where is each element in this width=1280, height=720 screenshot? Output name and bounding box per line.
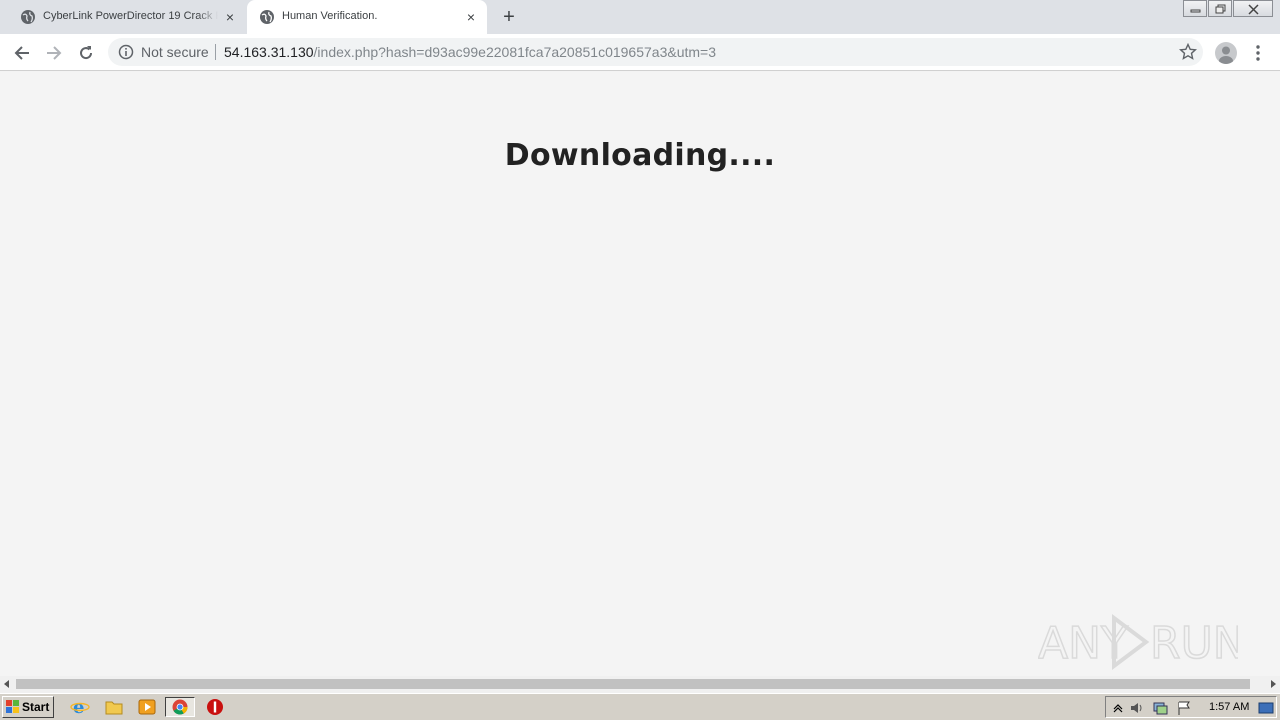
volume-icon[interactable] (1129, 700, 1145, 716)
back-button[interactable] (10, 41, 34, 65)
security-label[interactable]: Not secure (141, 44, 209, 60)
info-icon[interactable] (118, 44, 134, 60)
windows-logo-icon (6, 700, 19, 713)
downloading-heading: Downloading.... (504, 138, 776, 173)
internet-explorer-icon[interactable]: e (70, 697, 92, 718)
profile-avatar[interactable] (1215, 42, 1237, 64)
taskbar: Start e 1:57 AM (0, 693, 1280, 720)
media-player-icon[interactable] (137, 697, 159, 717)
url-path: /index.php?hash=d93ac99e22081fca7a20851c… (313, 44, 716, 60)
scroll-right-arrow-icon[interactable] (1271, 680, 1276, 688)
forward-arrow-icon (47, 46, 62, 60)
page-content: Downloading.... ANY RUN (0, 72, 1280, 676)
start-button[interactable]: Start (2, 696, 54, 718)
scrollbar-thumb[interactable] (16, 679, 1250, 689)
show-desktop-icon[interactable] (1258, 700, 1274, 716)
stop-icon[interactable] (205, 697, 227, 717)
tab-cyberlink[interactable]: CyberLink PowerDirector 19 Crack Pl × (8, 0, 246, 34)
action-center-flag-icon[interactable] (1176, 700, 1192, 716)
menu-button[interactable] (1250, 42, 1266, 64)
minimize-button[interactable] (1183, 0, 1207, 17)
anyrun-watermark-logo: ANY RUN (1038, 614, 1238, 670)
separator (215, 44, 216, 60)
url-host: 54.163.31.130 (224, 44, 314, 60)
globe-icon (260, 10, 274, 24)
scroll-left-arrow-icon[interactable] (4, 680, 9, 688)
back-arrow-icon (14, 46, 29, 60)
horizontal-scrollbar[interactable] (0, 676, 1280, 693)
more-vert-icon (1256, 45, 1260, 61)
svg-text:e: e (73, 697, 84, 717)
restore-button[interactable] (1208, 0, 1232, 17)
tab-human-verification[interactable]: Human Verification. × (247, 0, 487, 34)
show-hidden-icons-icon[interactable] (1110, 700, 1126, 716)
tab-strip: CyberLink PowerDirector 19 Crack Pl × Hu… (0, 0, 1280, 34)
clock[interactable]: 1:57 AM (1209, 701, 1249, 713)
address-bar[interactable]: Not secure 54.163.31.130/index.php?hash=… (108, 38, 1203, 66)
chrome-icon[interactable] (165, 697, 195, 717)
network-icon[interactable] (1152, 700, 1168, 716)
tab-title: CyberLink PowerDirector 19 Crack Pl (43, 10, 218, 22)
minimize-icon (1190, 9, 1201, 13)
bookmark-star-icon[interactable] (1179, 43, 1197, 61)
system-tray: 1:57 AM (1105, 696, 1277, 718)
start-label: Start (22, 700, 50, 714)
close-icon[interactable]: × (222, 9, 238, 25)
tab-title: Human Verification. (282, 10, 378, 22)
folder-icon[interactable] (104, 697, 126, 717)
close-window-icon (1248, 4, 1259, 15)
close-window-button[interactable] (1233, 0, 1273, 17)
close-icon[interactable]: × (463, 9, 479, 25)
reload-icon (80, 46, 93, 60)
forward-button[interactable] (42, 41, 66, 65)
new-tab-button[interactable]: + (498, 6, 520, 28)
url-text[interactable]: 54.163.31.130/index.php?hash=d93ac99e220… (224, 44, 716, 60)
reload-button[interactable] (74, 41, 98, 65)
svg-text:RUN: RUN (1150, 618, 1238, 669)
globe-icon (21, 10, 35, 24)
person-icon (1219, 46, 1233, 64)
browser-toolbar: Not secure 54.163.31.130/index.php?hash=… (0, 34, 1280, 71)
restore-icon (1215, 4, 1226, 14)
